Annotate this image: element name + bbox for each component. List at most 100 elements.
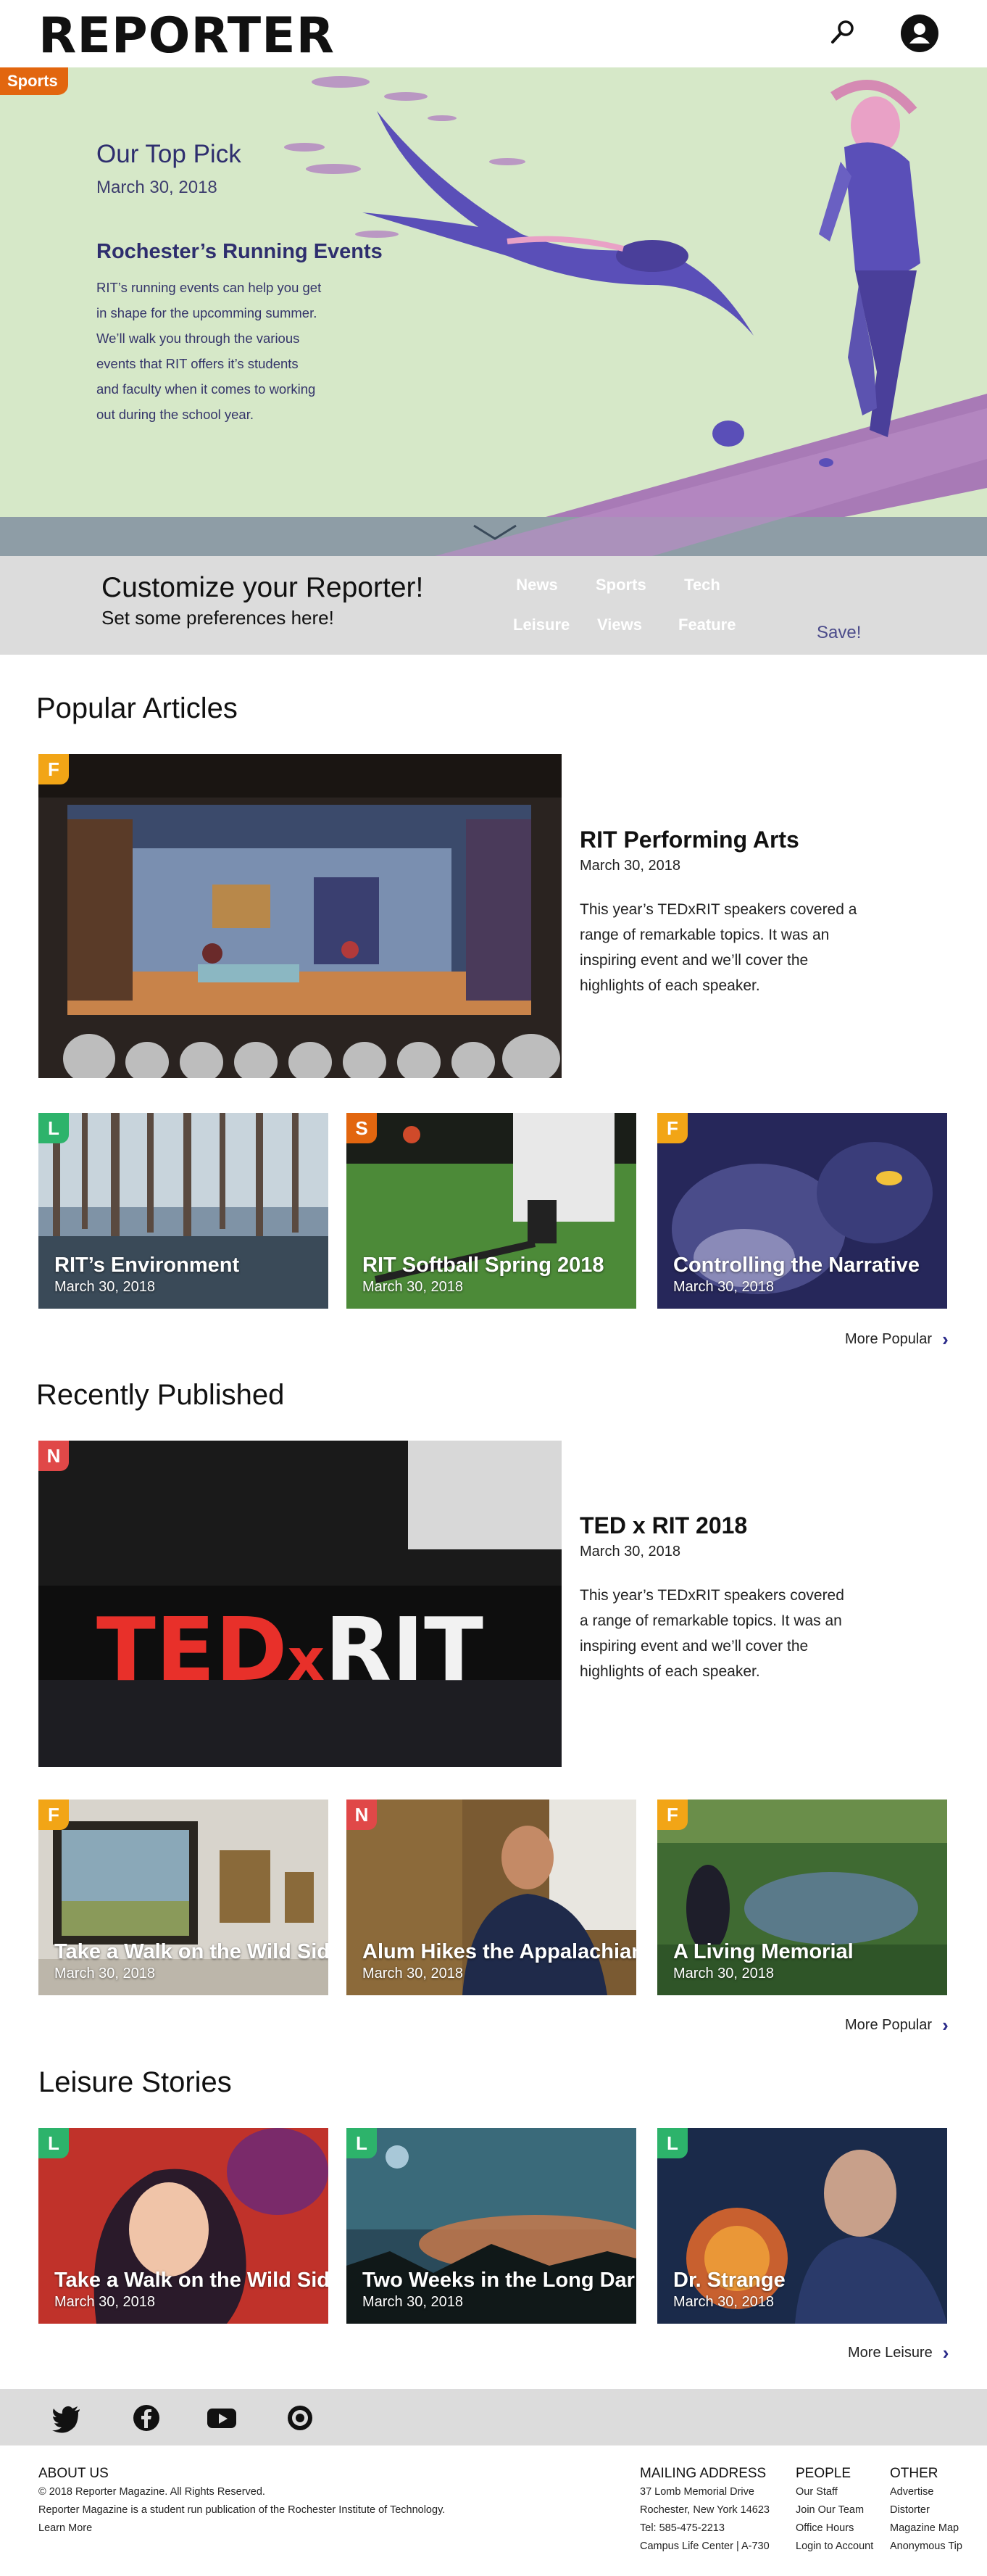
stage-photo bbox=[38, 754, 562, 1078]
site-logo[interactable]: REPORTER bbox=[38, 9, 335, 64]
chevron-down-icon[interactable] bbox=[471, 521, 519, 543]
hero-category-tag[interactable]: Sports bbox=[0, 67, 68, 95]
twitter-icon[interactable] bbox=[51, 2402, 83, 2434]
about-description: Reporter Magazine is a student run publi… bbox=[38, 2504, 446, 2516]
learn-more-link[interactable]: Learn More bbox=[38, 2522, 92, 2534]
hero-summary-line: events that RIT offers it’s students bbox=[96, 356, 299, 371]
recent-feature-image[interactable]: TEDxRIT N bbox=[38, 1441, 562, 1767]
facebook-icon[interactable] bbox=[130, 2402, 162, 2434]
footer-link[interactable]: Office Hours bbox=[796, 2522, 854, 2534]
hero-summary-line: and faculty when it comes to working bbox=[96, 381, 316, 397]
hero-kicker: Our Top Pick bbox=[96, 140, 241, 168]
card-title[interactable]: RIT Softball Spring 2018 bbox=[362, 1254, 604, 1277]
footer-link[interactable]: Anonymous Tip bbox=[890, 2540, 962, 2552]
mailing-line: Campus Life Center | A-730 bbox=[640, 2540, 770, 2552]
preference-pill-news[interactable]: News bbox=[503, 572, 571, 598]
card-title[interactable]: Take a Walk on the Wild Side bbox=[54, 1940, 328, 1964]
site-footer: ABOUT US © 2018 Reporter Magazine. All R… bbox=[0, 2445, 987, 2576]
preference-pill-leisure[interactable]: Leisure bbox=[503, 612, 571, 638]
article-card[interactable]: S RIT Softball Spring 2018 March 30, 201… bbox=[346, 1113, 636, 1309]
recent-feature-summary: This year’s TEDxRIT speakers covered a r… bbox=[580, 1583, 870, 1684]
preference-pill-views[interactable]: Views bbox=[586, 612, 654, 638]
recent-feature-date: March 30, 2018 bbox=[580, 1544, 680, 1560]
article-card[interactable]: L Take a Walk on the Wild Side March 30,… bbox=[38, 2128, 328, 2324]
category-badge: N bbox=[38, 1441, 69, 1471]
hero-top-pick[interactable]: Sports Our Top Pick March 30, 2018 Roche… bbox=[0, 67, 987, 556]
hero-summary-line: in shape for the upcomming summer. bbox=[96, 305, 317, 320]
customize-title: Customize your Reporter! bbox=[101, 572, 424, 603]
hero-article-summary: RIT’s running events can help you get in… bbox=[96, 275, 357, 427]
mailing-line: Tel: 585-475-2213 bbox=[640, 2522, 725, 2534]
article-card[interactable]: L RIT’s Environment March 30, 2018 bbox=[38, 1113, 328, 1309]
user-account-icon[interactable] bbox=[901, 15, 938, 52]
recent-feature-title[interactable]: TED x RIT 2018 bbox=[580, 1512, 747, 1539]
save-preferences-button[interactable]: Save! bbox=[817, 623, 861, 643]
card-title[interactable]: RIT’s Environment bbox=[54, 1254, 239, 1277]
summary-line: This year’s TEDxRIT speakers covered a bbox=[580, 901, 857, 918]
popular-feature-title[interactable]: RIT Performing Arts bbox=[580, 827, 799, 853]
card-title[interactable]: A Living Memorial bbox=[673, 1940, 854, 1964]
card-date: March 30, 2018 bbox=[362, 1279, 463, 1295]
footer-link[interactable]: Join Our Team bbox=[796, 2504, 864, 2516]
card-title[interactable]: Alum Hikes the Appalachian bbox=[362, 1940, 636, 1964]
preference-pill-sports[interactable]: Sports bbox=[586, 572, 654, 598]
category-badge: L bbox=[346, 2128, 377, 2158]
footer-link[interactable]: Login to Account bbox=[796, 2540, 873, 2552]
about-heading: ABOUT US bbox=[38, 2466, 109, 2481]
article-card[interactable]: L Two Weeks in the Long Dark March 30, 2… bbox=[346, 2128, 636, 2324]
popular-feature-summary: This year’s TEDxRIT speakers covered a r… bbox=[580, 897, 870, 998]
category-badge: F bbox=[38, 754, 69, 784]
popular-feature-image[interactable]: F bbox=[38, 754, 562, 1078]
article-card[interactable]: F Take a Walk on the Wild Side March 30,… bbox=[38, 1800, 328, 1995]
category-badge: L bbox=[38, 1113, 69, 1143]
youtube-icon[interactable] bbox=[206, 2402, 238, 2434]
article-card[interactable]: N Alum Hikes the Appalachian March 30, 2… bbox=[346, 1800, 636, 1995]
tedx-photo: TEDxRIT bbox=[38, 1441, 562, 1767]
card-date: March 30, 2018 bbox=[673, 1279, 774, 1295]
more-popular-link[interactable]: More Popular › bbox=[845, 2014, 949, 2037]
search-icon[interactable] bbox=[828, 17, 858, 48]
card-date: March 30, 2018 bbox=[54, 1966, 155, 1981]
mailing-heading: MAILING ADDRESS bbox=[640, 2466, 767, 2481]
card-title[interactable]: Controlling the Narrative bbox=[673, 1254, 920, 1277]
footer-link[interactable]: Our Staff bbox=[796, 2486, 838, 2498]
summary-line: highlights of each speaker. bbox=[580, 1663, 760, 1680]
summary-line: range of remarkable topics. It was an bbox=[580, 927, 830, 943]
category-badge: F bbox=[38, 1800, 69, 1830]
card-title[interactable]: Two Weeks in the Long Dark bbox=[362, 2269, 636, 2293]
article-card[interactable]: F Controlling the Narrative March 30, 20… bbox=[657, 1113, 947, 1309]
recent-heading: Recently Published bbox=[36, 1379, 285, 1411]
people-heading: PEOPLE bbox=[796, 2466, 851, 2481]
more-popular-link[interactable]: More Popular › bbox=[845, 1328, 949, 1351]
other-heading: OTHER bbox=[890, 2466, 938, 2481]
card-date: March 30, 2018 bbox=[362, 1966, 463, 1981]
summary-line: inspiring event and we’ll cover the bbox=[580, 952, 809, 969]
customize-bar: Customize your Reporter! Set some prefer… bbox=[0, 556, 987, 655]
target-icon[interactable] bbox=[284, 2402, 316, 2434]
copyright-text: © 2018 Reporter Magazine. All Rights Res… bbox=[38, 2486, 265, 2498]
article-card[interactable]: L Dr. Strange March 30, 2018 bbox=[657, 2128, 947, 2324]
leisure-heading: Leisure Stories bbox=[38, 2066, 232, 2098]
popular-feature-date: March 30, 2018 bbox=[580, 858, 680, 874]
popular-heading: Popular Articles bbox=[36, 692, 238, 724]
footer-link[interactable]: Advertise bbox=[890, 2486, 933, 2498]
article-card[interactable]: F A Living Memorial March 30, 2018 bbox=[657, 1800, 947, 1995]
card-date: March 30, 2018 bbox=[54, 1279, 155, 1295]
more-popular-label: More Popular bbox=[845, 2017, 933, 2033]
card-title[interactable]: Dr. Strange bbox=[673, 2269, 786, 2293]
site-header: REPORTER bbox=[0, 0, 987, 67]
more-leisure-link[interactable]: More Leisure › bbox=[848, 2342, 949, 2364]
summary-line: inspiring event and we’ll cover the bbox=[580, 1638, 809, 1654]
mailing-line: Rochester, New York 14623 bbox=[640, 2504, 770, 2516]
card-date: March 30, 2018 bbox=[54, 2294, 155, 2310]
card-title[interactable]: Take a Walk on the Wild Side bbox=[54, 2269, 328, 2293]
preference-pill-feature[interactable]: Feature bbox=[668, 612, 736, 638]
more-popular-label: More Popular bbox=[845, 1331, 933, 1347]
summary-line: a range of remarkable topics. It was an bbox=[580, 1612, 842, 1629]
hero-article-title[interactable]: Rochester’s Running Events bbox=[96, 240, 383, 264]
category-badge: L bbox=[38, 2128, 69, 2158]
footer-link[interactable]: Magazine Map bbox=[890, 2522, 959, 2534]
hero-summary-line: RIT’s running events can help you get bbox=[96, 280, 322, 295]
preference-pill-tech[interactable]: Tech bbox=[668, 572, 736, 598]
footer-link[interactable]: Distorter bbox=[890, 2504, 930, 2516]
